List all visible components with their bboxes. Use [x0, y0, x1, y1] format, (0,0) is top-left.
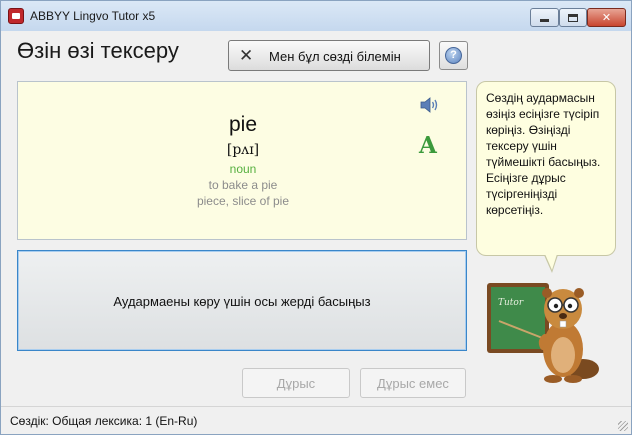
window-title: ABBYY Lingvo Tutor x5 [30, 9, 156, 23]
status-bar: Сөздік: Общая лексика: 1 (En-Ru) [1, 406, 631, 434]
close-button[interactable]: ✕ [587, 8, 626, 27]
page-title: Өзін өзі тексеру [17, 38, 179, 63]
maximize-button[interactable] [559, 8, 587, 27]
chalkboard [491, 287, 545, 349]
card-transcription: [pʌɪ] [226, 142, 260, 158]
card-example: piece, slice of pie [196, 194, 290, 208]
maximize-icon [568, 13, 578, 22]
app-window: ABBYY Lingvo Tutor x5 ✕ Өзін өзі тексеру… [0, 0, 632, 435]
i-know-this-word-button[interactable]: ✕ Мен бұл сөзді білемін [228, 40, 430, 71]
app-icon[interactable] [8, 8, 24, 24]
chalkboard-text: Tutor [498, 298, 524, 308]
card-word: pie [228, 113, 258, 136]
cross-icon: ✕ [239, 46, 254, 65]
hint-bubble: Сөздің аудармасын өзіңіз есіңізге түсірі… [476, 81, 616, 256]
help-button[interactable]: ? [439, 41, 468, 70]
resize-grip-icon[interactable] [618, 421, 628, 431]
speaker-icon[interactable] [420, 96, 440, 114]
show-translation-label: Аудармаены көру үшін осы жерді басыңыз [113, 294, 371, 309]
incorrect-button[interactable]: Дұрыс емес [360, 368, 466, 398]
help-icon: ? [445, 47, 462, 64]
beaver-mascot-image: Tutor [487, 283, 599, 383]
hint-text: Сөздің аудармасын өзіңіз есіңізге түсірі… [486, 91, 601, 217]
title-bar[interactable]: ABBYY Lingvo Tutor x5 ✕ [1, 1, 631, 31]
word-card: pie [pʌɪ] noun to bake a pie piece, slic… [17, 81, 467, 240]
close-icon: ✕ [601, 12, 612, 24]
font-icon[interactable]: A [419, 132, 437, 159]
bubble-tail-inner [545, 254, 557, 270]
card-part-of-speech: noun [229, 162, 257, 176]
show-translation-panel[interactable]: Аудармаены көру үшін осы жерді басыңыз [17, 250, 467, 351]
known-button-label: Мен бұл сөзді білемін [269, 49, 401, 64]
card-example: to bake a pie [208, 178, 278, 192]
correct-button[interactable]: Дұрыс [242, 368, 350, 398]
minimize-icon [540, 19, 549, 22]
dictionary-status: Сөздік: Общая лексика: 1 (En-Ru) [10, 414, 198, 428]
minimize-button[interactable] [530, 8, 559, 27]
